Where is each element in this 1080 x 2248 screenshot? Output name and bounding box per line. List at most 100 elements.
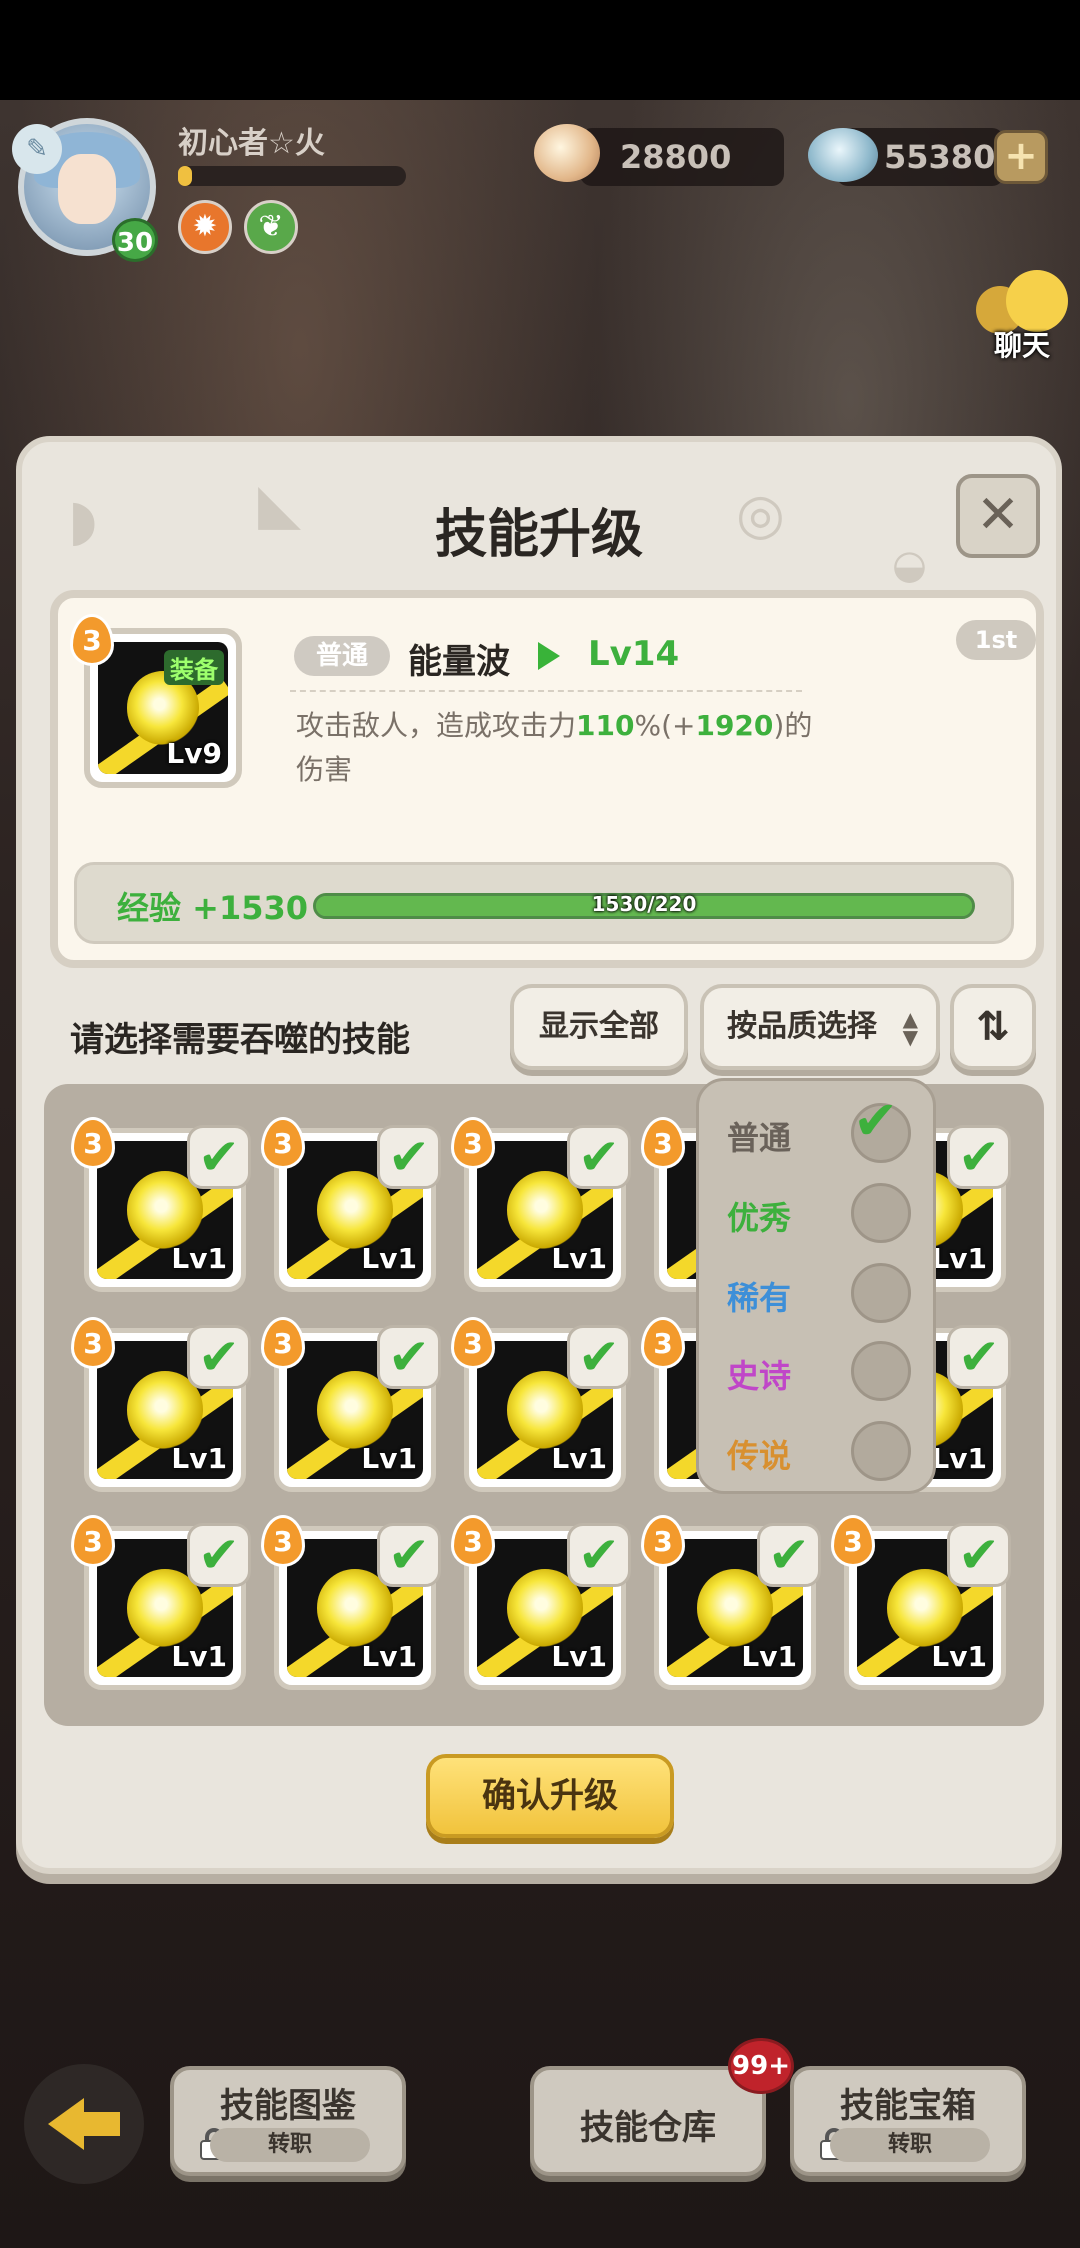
check-icon[interactable]: ✔	[567, 1523, 631, 1587]
tier-flame-badge: 3	[261, 1117, 305, 1169]
check-icon[interactable]: ✔	[567, 1125, 631, 1189]
quality-option-radio[interactable]	[851, 1183, 911, 1243]
tier-flame-badge: 3	[71, 1515, 115, 1567]
chat-button[interactable]: 聊天	[970, 262, 1080, 362]
divider	[290, 690, 802, 692]
quality-filter-label: 按品质选择	[727, 1009, 877, 1044]
tier-flame-badge: 3	[71, 1117, 115, 1169]
tile-level: Lv1	[551, 1442, 607, 1475]
show-all-button[interactable]: 显示全部	[510, 984, 688, 1070]
arrow-right-icon	[538, 642, 560, 670]
buff-gear-icon[interactable]: ✹	[178, 200, 232, 254]
quality-pill: 普通	[294, 636, 390, 676]
buff-leaf-icon[interactable]: ❦	[244, 200, 298, 254]
check-icon[interactable]: ✔	[947, 1125, 1011, 1189]
notification-badge: 99+	[728, 2038, 794, 2094]
skill-tile[interactable]: Lv1 3 ✔	[261, 1117, 441, 1292]
check-icon[interactable]: ✔	[377, 1125, 441, 1189]
check-icon[interactable]: ✔	[377, 1325, 441, 1389]
quality-option-radio[interactable]	[851, 1421, 911, 1481]
tier-flame-badge: 3	[451, 1117, 495, 1169]
skill-tile[interactable]: Lv1 3 ✔	[71, 1515, 251, 1690]
quality-option-label[interactable]: 优秀	[727, 1193, 791, 1239]
tile-level: Lv1	[551, 1242, 607, 1275]
desc-percent-suffix: %(+	[634, 709, 696, 742]
skill-tile[interactable]: Lv1 3 ✔	[261, 1515, 441, 1690]
check-icon[interactable]: ✔	[187, 1325, 251, 1389]
back-arrow-icon	[48, 2098, 84, 2150]
skill-tile[interactable]: Lv1 3 ✔	[641, 1515, 821, 1690]
sort-icon: ⇅	[976, 1004, 1010, 1050]
skill-tile[interactable]: Lv1 3 ✔	[831, 1515, 1011, 1690]
skill-warehouse-title: 技能仓库	[580, 2108, 716, 2148]
quality-option-label[interactable]: 传说	[727, 1431, 791, 1477]
quality-filter-button[interactable]: 按品质选择 ▲ ▼	[700, 984, 940, 1070]
tier-flame-badge: 3	[831, 1515, 875, 1567]
avatar-mic-icon: ✎	[12, 124, 62, 174]
quality-option-label[interactable]: 普通	[727, 1113, 791, 1159]
check-icon[interactable]: ✔	[947, 1325, 1011, 1389]
skill-name: 能量波	[408, 642, 510, 682]
skill-tile[interactable]: Lv1 3 ✔	[71, 1317, 251, 1492]
tile-level: Lv1	[171, 1640, 227, 1673]
skill-tile[interactable]: Lv1 3 ✔	[451, 1515, 631, 1690]
current-skill-card: 装备 Lv9 3 普通 能量波 Lv14 1st 攻击敌人，造成攻击力110%(…	[50, 590, 1044, 968]
check-icon[interactable]: ✔	[187, 1125, 251, 1189]
skill-tile[interactable]: Lv1 3 ✔	[451, 1117, 631, 1292]
tile-level: Lv1	[931, 1242, 987, 1275]
skill-warehouse-button[interactable]: 技能仓库	[530, 2066, 766, 2176]
diamond-shell-icon	[808, 128, 878, 182]
tile-level: Lv1	[171, 1442, 227, 1475]
quality-option-radio[interactable]	[851, 1341, 911, 1401]
back-button[interactable]	[24, 2064, 144, 2184]
tier-flame-badge: 3	[261, 1515, 305, 1567]
player-level-badge: 30	[112, 218, 158, 262]
updown-caret-icon: ▲ ▼	[902, 1007, 918, 1049]
tile-level: Lv1	[361, 1640, 417, 1673]
exp-progress-bar: 1530/220	[313, 892, 975, 919]
exp-progress-text: 1530/220	[591, 892, 697, 916]
desc-bonus: 1920	[695, 709, 774, 742]
check-icon[interactable]: ✔	[377, 1523, 441, 1587]
check-icon[interactable]: ✔	[567, 1325, 631, 1389]
check-icon[interactable]: ✔	[187, 1523, 251, 1587]
tier-flame-badge: 3	[451, 1515, 495, 1567]
desc-percent: 110	[576, 709, 635, 742]
rank-pill: 1st	[956, 620, 1036, 660]
check-icon[interactable]: ✔	[757, 1523, 821, 1587]
pearl-shell-icon	[534, 124, 600, 182]
skill-tile[interactable]: Lv1 3 ✔	[71, 1117, 251, 1292]
tile-level: Lv1	[741, 1640, 797, 1673]
energy-wave-art: 装备 Lv9	[98, 642, 228, 774]
skill-upgrade-panel: ◗ ◣ ◎ ◒ 技能升级 ✕ 装备 Lv9 3 普通 能量波 Lv14 1st …	[16, 436, 1062, 1874]
tier-flame-badge: 3	[70, 614, 114, 666]
pearl-currency: 28800	[580, 128, 784, 186]
quality-option-radio[interactable]	[851, 1263, 911, 1323]
skill-chest-title: 技能宝箱	[840, 2086, 976, 2126]
check-icon[interactable]: ✔	[947, 1523, 1011, 1587]
skill-description: 攻击敌人，造成攻击力110%(+1920)的伤害	[296, 704, 816, 792]
skill-tile[interactable]: Lv1 3 ✔	[261, 1317, 441, 1492]
next-level: Lv14	[588, 634, 680, 674]
add-currency-button[interactable]: +	[994, 130, 1048, 184]
quality-option-label[interactable]: 稀有	[727, 1273, 791, 1319]
skill-tile[interactable]: Lv1 3 ✔	[451, 1317, 631, 1492]
tile-level: Lv1	[361, 1242, 417, 1275]
check-icon: ✔	[853, 1089, 899, 1152]
player-xp-fill	[178, 166, 192, 186]
skill-codex-button[interactable]: 技能图鉴 转职	[170, 2066, 406, 2176]
panel-title: 技能升级	[434, 505, 643, 565]
tile-level: Lv1	[931, 1640, 987, 1673]
tier-flame-badge: 3	[641, 1117, 685, 1169]
tier-flame-badge: 3	[641, 1515, 685, 1567]
skill-codex-title: 技能图鉴	[220, 2086, 356, 2126]
desc-prefix: 攻击敌人，造成攻击力	[296, 709, 577, 742]
sort-button[interactable]: ⇅	[950, 984, 1036, 1070]
close-button[interactable]: ✕	[956, 474, 1040, 558]
avatar-face	[58, 154, 116, 224]
quality-option-label[interactable]: 史诗	[727, 1351, 791, 1397]
back-arrow-tail	[80, 2112, 120, 2136]
confirm-upgrade-button[interactable]: 确认升级	[426, 1754, 674, 1838]
skill-chest-button[interactable]: 技能宝箱 转职	[790, 2066, 1026, 2176]
skill-chest-sub: 转职	[830, 2128, 990, 2162]
